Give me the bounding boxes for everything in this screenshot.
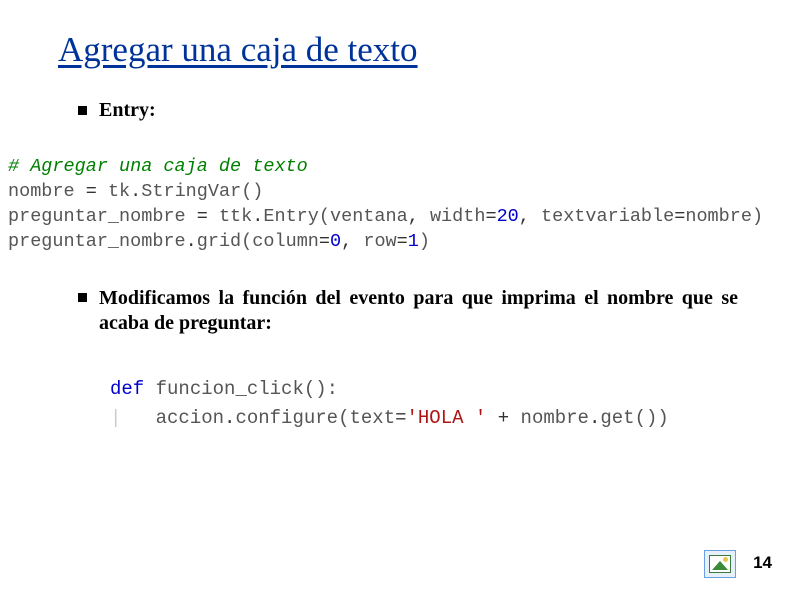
code-token: (: [241, 231, 252, 252]
bullet-modificamos: Modificamos la función del evento para q…: [78, 286, 738, 336]
logo-sun-icon: [723, 557, 728, 562]
code-token: tk: [108, 181, 130, 202]
logo-mountain-icon: [712, 561, 728, 570]
code-token: ttk: [219, 206, 252, 227]
code-token: nombre: [685, 206, 752, 227]
code-token: ): [752, 206, 763, 227]
code-token: ): [419, 231, 430, 252]
code-block-1: # Agregar una caja de texto nombre = tk.…: [8, 155, 786, 255]
code-token: grid: [197, 231, 241, 252]
code-token: .: [186, 231, 197, 252]
code-token: nombre: [8, 181, 75, 202]
bullet-entry: Entry:: [78, 99, 156, 122]
code-token: .: [589, 407, 600, 429]
code-token: =: [319, 231, 330, 252]
code-token: .: [224, 407, 235, 429]
code-token: row: [363, 231, 396, 252]
code-string: 'HOLA ': [407, 407, 487, 429]
code-token: =: [485, 206, 496, 227]
code-token: textvariable: [541, 206, 674, 227]
code-token: [121, 407, 155, 429]
code-token: (): [241, 181, 263, 202]
code-token: +: [486, 407, 520, 429]
code-token: (: [319, 206, 330, 227]
code-token: ): [657, 407, 668, 429]
code-token: =: [186, 206, 219, 227]
code-token: column: [252, 231, 319, 252]
slide-container: Agregar una caja de texto Entry: # Agreg…: [0, 0, 794, 595]
code-token: ,: [408, 206, 430, 227]
code-number: 0: [330, 231, 341, 252]
code-block-2: def funcion_click(): | accion.configure(…: [110, 375, 669, 432]
code-number: 1: [408, 231, 419, 252]
slide-title: Agregar una caja de texto: [58, 30, 418, 70]
code-token: =: [75, 181, 108, 202]
code-comment: # Agregar una caja de texto: [8, 156, 308, 177]
bullet-square-icon: [78, 106, 87, 115]
code-token: nombre: [521, 407, 589, 429]
bullet-text: Modificamos la función del evento para q…: [99, 286, 738, 336]
code-token: ,: [519, 206, 541, 227]
bullet-text: Entry:: [99, 99, 156, 122]
code-token: StringVar: [141, 181, 241, 202]
bullet-square-icon: [78, 293, 87, 302]
code-token: .: [252, 206, 263, 227]
code-token: get: [600, 407, 634, 429]
code-token: (: [338, 407, 349, 429]
code-token: ventana: [330, 206, 408, 227]
code-token: preguntar_nombre: [8, 231, 186, 252]
code-token: ():: [304, 378, 338, 400]
code-token: configure: [235, 407, 338, 429]
code-token: =: [395, 407, 406, 429]
code-token: =: [397, 231, 408, 252]
code-token: Entry: [263, 206, 319, 227]
image-placeholder-icon: [704, 550, 736, 578]
code-cursor-bar: |: [110, 407, 121, 429]
code-token: =: [674, 206, 685, 227]
code-token: text: [349, 407, 395, 429]
code-keyword: def: [110, 378, 144, 400]
code-token: funcion_click: [156, 378, 304, 400]
code-token: accion: [156, 407, 224, 429]
code-token: .: [130, 181, 141, 202]
code-number: 20: [497, 206, 519, 227]
code-token: [144, 378, 155, 400]
code-token: (): [635, 407, 658, 429]
page-number: 14: [753, 553, 772, 573]
code-token: width: [430, 206, 486, 227]
code-token: ,: [341, 231, 363, 252]
code-token: preguntar_nombre: [8, 206, 186, 227]
